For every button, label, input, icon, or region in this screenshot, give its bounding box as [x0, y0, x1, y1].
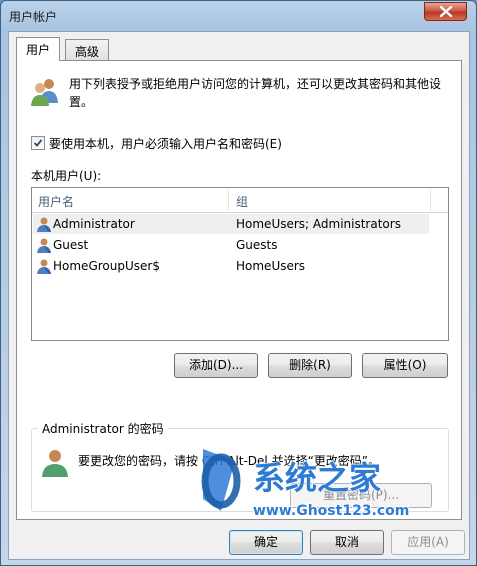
checkmark-icon — [33, 139, 43, 147]
user-icon — [37, 238, 51, 253]
cancel-button[interactable]: 取消 — [310, 530, 384, 555]
local-users-label: 本机用户(U): — [31, 169, 102, 183]
table-row[interactable]: HomeGroupUser$ HomeUsers — [33, 256, 429, 276]
must-login-checkbox[interactable] — [31, 136, 45, 150]
users-description: 用下列表授予或拒绝用户访问您的计算机，还可以更改其密码和其他设置。 — [69, 77, 442, 109]
user-name: Guest — [53, 238, 89, 252]
tab-users[interactable]: 用户 — [16, 37, 61, 61]
list-header: 用户名 组 — [32, 188, 448, 213]
close-button[interactable] — [424, 2, 467, 21]
close-icon — [439, 6, 453, 17]
user-name: Administrator — [53, 217, 135, 231]
watermark-brand: 系统之家 — [253, 459, 381, 497]
user-icon — [37, 259, 51, 274]
properties-button[interactable]: 属性(O) — [362, 353, 448, 378]
password-groupbox-title: Administrator 的密码 — [38, 420, 168, 437]
watermark-logo: 系统之家 www.Ghost123.com — [201, 449, 410, 520]
watermark-url: www.Ghost123.com — [253, 503, 409, 519]
user-accounts-window: 用户帐户 用户 高级 用下列表授予或拒绝用户访问您的计算机，还可以更改其密码和其… — [0, 0, 477, 566]
must-login-option[interactable]: 要使用本机，用户必须输入用户名和密码(E) — [31, 135, 282, 152]
user-group: Guests — [236, 238, 278, 252]
users-list[interactable]: 用户名 组 Administrator HomeUsers; Administr… — [31, 187, 449, 341]
remove-user-button[interactable]: 删除(R) — [268, 353, 352, 378]
ok-button[interactable]: 确定 — [229, 530, 303, 555]
column-header-username[interactable]: 用户名 — [38, 193, 74, 210]
tab-advanced[interactable]: 高级 — [65, 39, 110, 60]
title-bar[interactable]: 用户帐户 — [1, 1, 476, 31]
table-row[interactable]: Administrator HomeUsers; Administrators — [33, 214, 429, 234]
window-title: 用户帐户 — [9, 10, 58, 24]
users-group-icon — [31, 79, 58, 106]
column-header-group[interactable]: 组 — [236, 193, 248, 210]
user-group: HomeUsers — [236, 259, 306, 273]
column-divider[interactable] — [228, 189, 229, 211]
must-login-label: 要使用本机，用户必须输入用户名和密码(E) — [49, 137, 282, 151]
table-row[interactable]: Guest Guests — [33, 235, 429, 255]
user-group: HomeUsers; Administrators — [236, 217, 401, 231]
column-divider[interactable] — [430, 189, 431, 211]
user-icon — [37, 217, 51, 232]
user-icon — [42, 450, 68, 477]
apply-button[interactable]: 应用(A) — [391, 530, 465, 555]
user-name: HomeGroupUser$ — [53, 259, 160, 273]
add-user-button[interactable]: 添加(D)... — [174, 353, 258, 378]
